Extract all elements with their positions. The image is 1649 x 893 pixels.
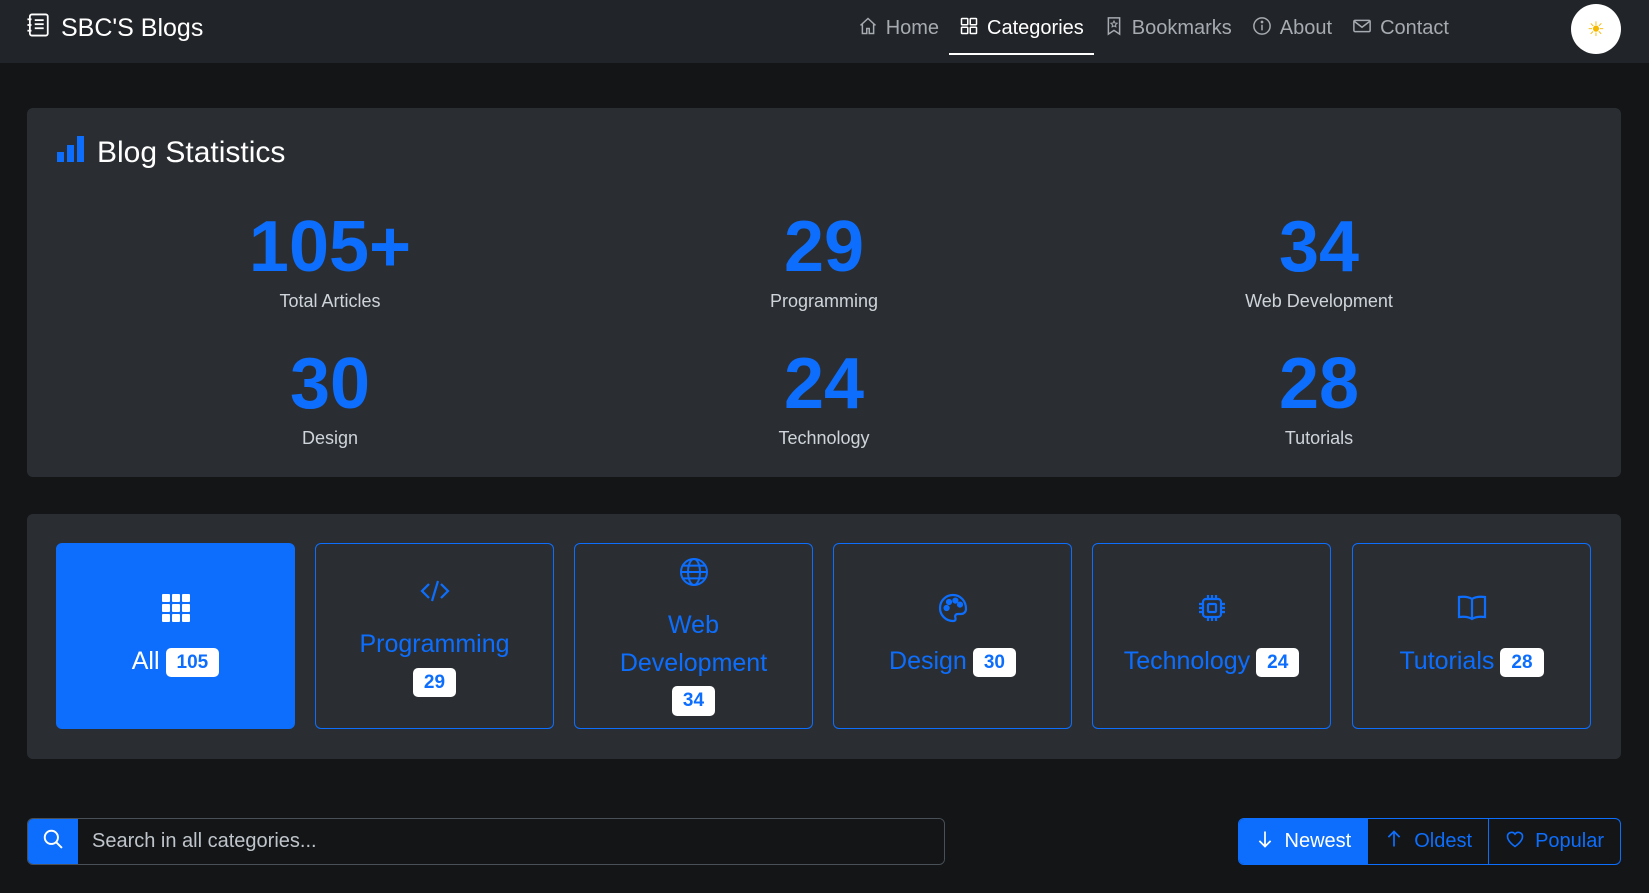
blog-statistics-card: Blog Statistics 105+ Total Articles 29 P… xyxy=(27,108,1621,477)
sort-newest-button[interactable]: Newest xyxy=(1238,819,1368,864)
stat-label: Web Development xyxy=(1245,291,1393,311)
navbar: SBC'S Blogs Home Categories Bookmarks Ab… xyxy=(0,0,1649,63)
nav-item-label: About xyxy=(1279,17,1333,39)
stat-value: 105+ xyxy=(248,207,412,287)
stat-programming: 29 Programming xyxy=(624,211,1024,312)
house-icon xyxy=(858,16,878,42)
category-label: Technology xyxy=(1123,647,1251,675)
count-badge: 105 xyxy=(165,647,220,678)
stat-value: 34 xyxy=(1278,207,1360,287)
brand-name: SBC'S Blogs xyxy=(61,14,204,42)
category-label: Design xyxy=(889,647,967,675)
stat-design: 30 Design xyxy=(130,348,530,449)
stat-label: Programming xyxy=(769,291,879,311)
search-button[interactable] xyxy=(28,819,78,864)
search-icon xyxy=(42,828,64,855)
count-badge: 29 xyxy=(412,667,457,698)
category-programming-button[interactable]: Programming 29 xyxy=(315,543,554,729)
palette-icon xyxy=(937,592,969,644)
sort-label: Popular xyxy=(1535,830,1604,852)
sort-label: Oldest xyxy=(1414,830,1473,852)
nav-item-contact[interactable]: Contact xyxy=(1342,0,1459,57)
stat-label: Technology xyxy=(778,428,870,448)
count-badge: 30 xyxy=(972,647,1016,678)
stats-title: Blog Statistics xyxy=(57,136,285,170)
stat-tutorials: 28 Tutorials xyxy=(1119,348,1519,449)
nav-item-label: Bookmarks xyxy=(1131,17,1232,39)
grid-3x3-icon xyxy=(160,592,192,644)
info-circle-icon xyxy=(1252,16,1272,42)
stat-value: 29 xyxy=(783,207,865,287)
stat-label: Design xyxy=(301,428,359,448)
stat-value: 24 xyxy=(783,344,865,424)
stat-total-articles: 105+ Total Articles xyxy=(130,211,530,312)
nav-item-bookmarks[interactable]: Bookmarks xyxy=(1094,0,1242,57)
category-filter-card: All 105 Programming 29 Web Development 34… xyxy=(27,514,1621,759)
envelope-icon xyxy=(1352,16,1372,42)
category-technology-button[interactable]: Technology 24 xyxy=(1092,543,1331,729)
nav-item-label: Contact xyxy=(1380,17,1449,39)
sort-popular-button[interactable]: Popular xyxy=(1488,819,1620,864)
stat-label: Tutorials xyxy=(1284,428,1354,448)
category-label: All xyxy=(131,647,160,675)
category-label-line1: Web xyxy=(668,611,719,640)
nav-item-home[interactable]: Home xyxy=(848,0,949,57)
brand[interactable]: SBC'S Blogs xyxy=(25,0,203,57)
search-bar xyxy=(27,818,945,865)
stat-technology: 24 Technology xyxy=(624,348,1024,449)
stat-web-development: 34 Web Development xyxy=(1119,211,1519,312)
nav-item-categories[interactable]: Categories xyxy=(949,0,1094,57)
stat-value: 28 xyxy=(1278,344,1360,424)
count-badge: 24 xyxy=(1256,647,1300,678)
category-label: Tutorials xyxy=(1399,647,1495,675)
heart-icon xyxy=(1505,829,1525,855)
globe-icon xyxy=(678,556,710,608)
nav-links: Home Categories Bookmarks About Contact xyxy=(848,0,1459,57)
cpu-icon xyxy=(1196,592,1228,644)
bookmark-icon xyxy=(1104,16,1124,42)
nav-item-label: Categories xyxy=(987,17,1084,39)
sort-oldest-button[interactable]: Oldest xyxy=(1367,819,1488,864)
sort-button-group: Newest Oldest Popular xyxy=(1237,818,1621,865)
stat-label: Total Articles xyxy=(279,291,381,311)
stat-value: 30 xyxy=(289,344,371,424)
category-tutorials-button[interactable]: Tutorials 28 xyxy=(1352,543,1591,729)
search-input[interactable] xyxy=(78,819,944,864)
sun-icon: ☀ xyxy=(1587,18,1605,41)
category-design-button[interactable]: Design 30 xyxy=(833,543,1072,729)
book-icon xyxy=(1456,592,1488,644)
category-label-line2: Development xyxy=(619,648,768,677)
sort-label: Newest xyxy=(1284,830,1352,852)
category-web-development-button[interactable]: Web Development 34 xyxy=(574,543,813,729)
stats-title-text: Blog Statistics xyxy=(97,136,286,169)
code-slash-icon xyxy=(419,575,451,627)
theme-toggle-button[interactable]: ☀ xyxy=(1571,4,1621,54)
grid-icon xyxy=(959,16,979,42)
journal-text-icon xyxy=(25,12,51,45)
category-label: Programming xyxy=(359,630,510,659)
nav-item-about[interactable]: About xyxy=(1242,0,1342,57)
nav-item-label: Home xyxy=(885,17,940,39)
category-all-button[interactable]: All 105 xyxy=(56,543,295,729)
bar-chart-icon xyxy=(57,136,85,170)
arrow-up-icon xyxy=(1384,829,1404,855)
count-badge: 28 xyxy=(1500,647,1544,678)
count-badge: 34 xyxy=(671,686,716,717)
arrow-down-icon xyxy=(1255,829,1275,855)
